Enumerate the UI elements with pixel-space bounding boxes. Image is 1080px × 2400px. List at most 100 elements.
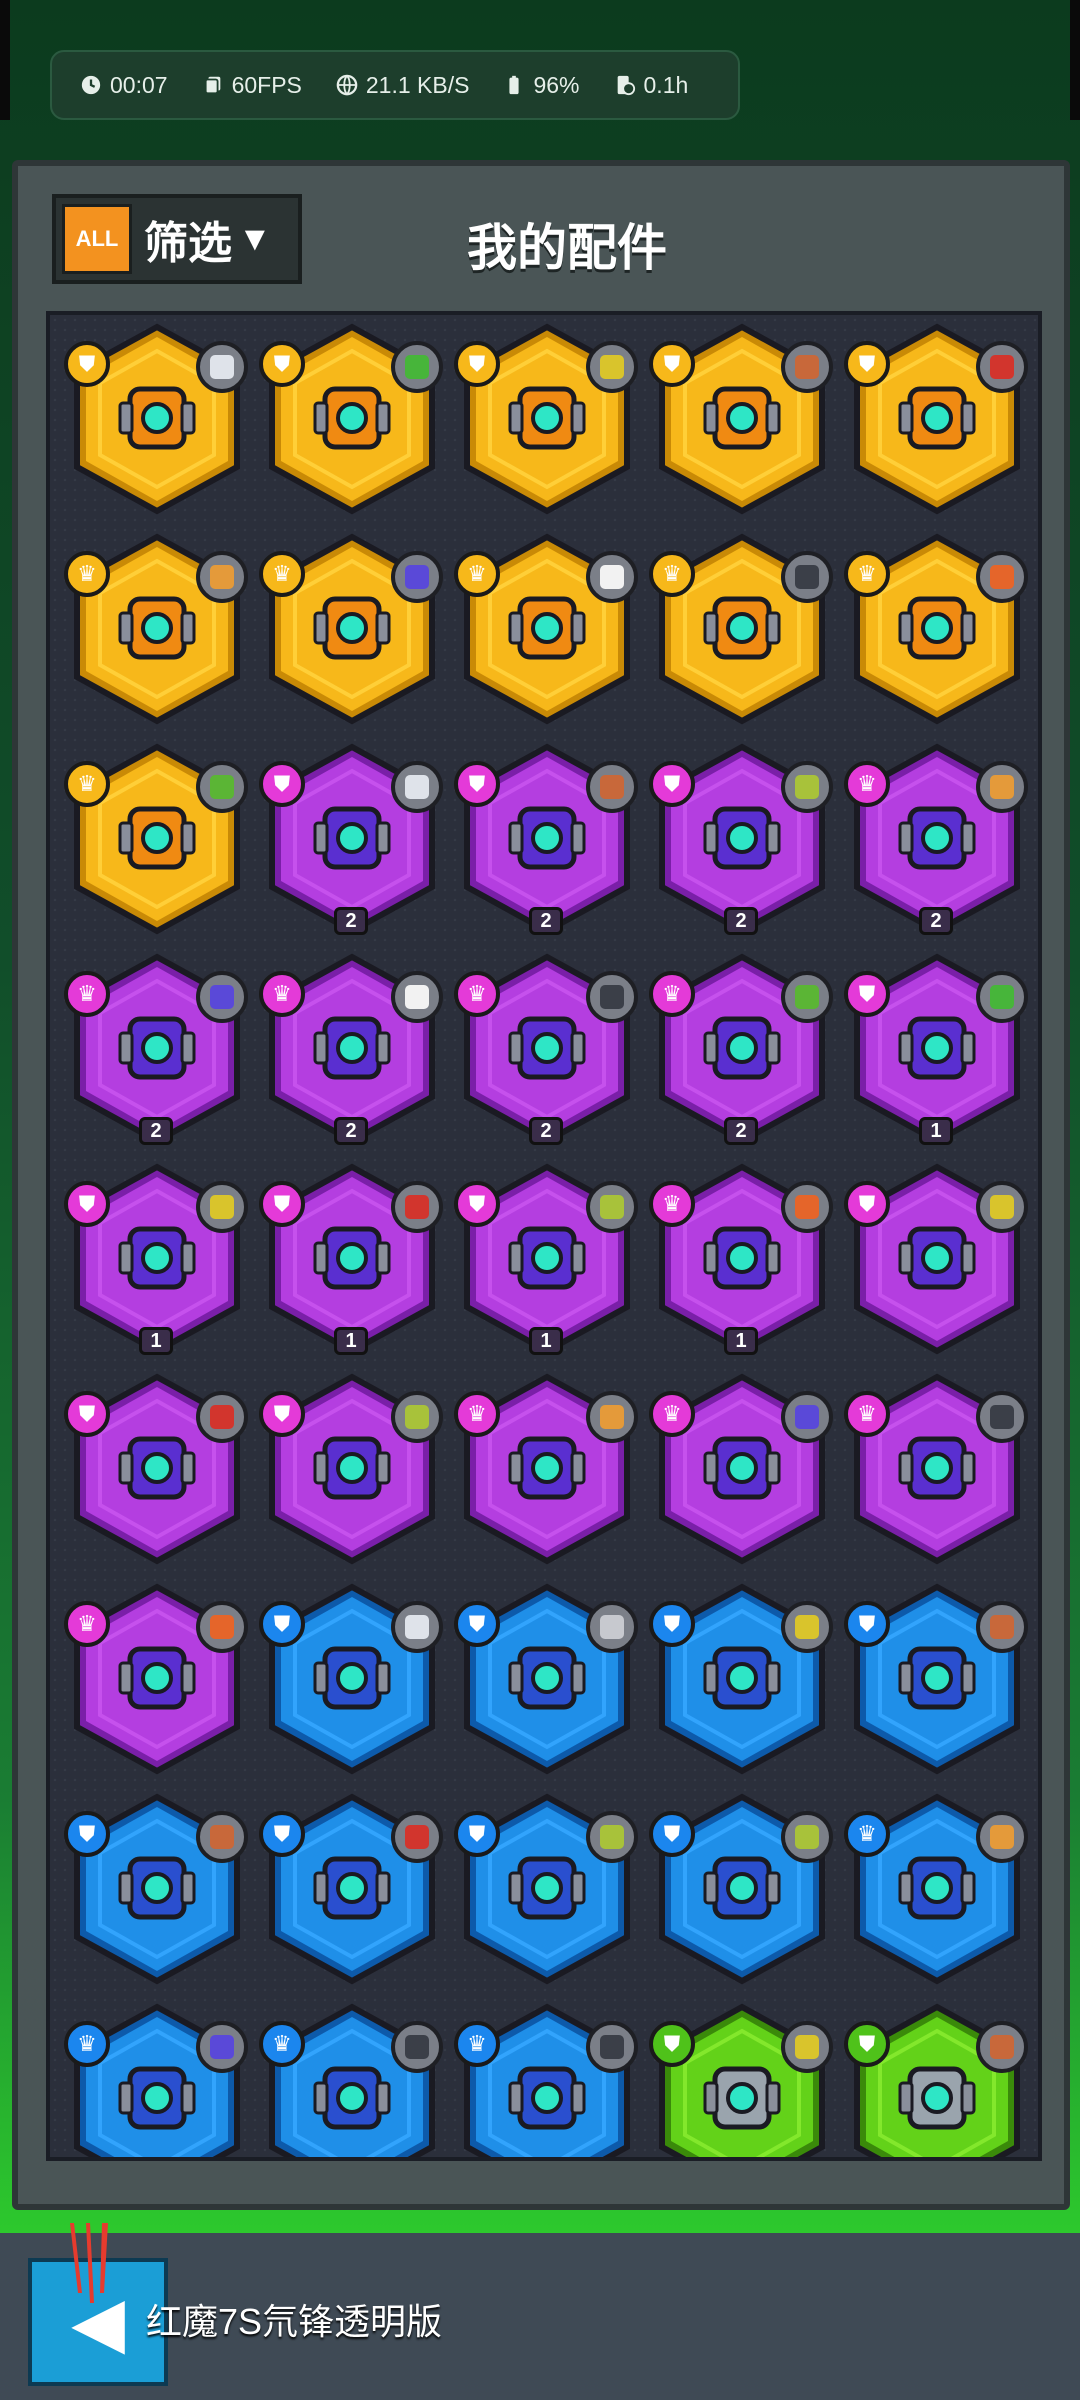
rarity-badge: ⛊ bbox=[259, 1181, 305, 1227]
accessory-card[interactable]: ⛊ bbox=[452, 1789, 642, 1989]
accessory-card[interactable]: ♛ 2 bbox=[452, 949, 642, 1149]
accessory-card[interactable]: ⛊ bbox=[842, 1159, 1032, 1359]
shield-icon: ⛊ bbox=[663, 2031, 681, 2056]
accessory-card[interactable]: ⛊ bbox=[257, 1789, 447, 1989]
accessory-card[interactable]: ♛ bbox=[452, 1999, 642, 2157]
accessory-icon bbox=[313, 1646, 391, 1710]
accessory-icon bbox=[118, 2066, 196, 2130]
accessory-icon bbox=[313, 2066, 391, 2130]
accessory-card[interactable]: ♛ 2 bbox=[842, 739, 1032, 939]
rarity-badge: ♛ bbox=[64, 761, 110, 807]
rarity-badge: ♛ bbox=[64, 551, 110, 597]
level-badge: 2 bbox=[529, 907, 563, 935]
accessory-card[interactable]: ♛ 2 bbox=[647, 949, 837, 1149]
spiky-ball-icon bbox=[600, 1825, 624, 1849]
brick-icon bbox=[990, 2035, 1014, 2059]
accessory-card[interactable]: ♛ bbox=[842, 1789, 1032, 1989]
rarity-badge: ⛊ bbox=[649, 1601, 695, 1647]
shield-icon: ⛊ bbox=[273, 351, 291, 376]
accessory-card[interactable]: ⛊ bbox=[842, 319, 1032, 519]
part-slot bbox=[196, 551, 248, 603]
accessory-card[interactable]: ⛊ bbox=[257, 319, 447, 519]
level-badge: 1 bbox=[139, 1327, 173, 1355]
globe-icon bbox=[336, 74, 358, 96]
accessory-icon bbox=[508, 1436, 586, 1500]
part-slot bbox=[196, 971, 248, 1023]
accessory-icon bbox=[508, 386, 586, 450]
accessory-card[interactable]: ♛ bbox=[62, 1579, 252, 1779]
accessory-card[interactable]: ♛ 1 bbox=[647, 1159, 837, 1359]
accessory-card[interactable]: ♛ bbox=[452, 1369, 642, 1569]
accessory-icon bbox=[508, 2066, 586, 2130]
rarity-badge: ⛊ bbox=[454, 341, 500, 387]
clock-icon bbox=[81, 75, 101, 95]
accessory-icon bbox=[118, 596, 196, 660]
accessory-card[interactable]: ♛ bbox=[257, 529, 447, 729]
rarity-badge: ♛ bbox=[649, 971, 695, 1017]
fps-value: 60FPS bbox=[231, 71, 302, 98]
accessory-card[interactable]: ♛ 2 bbox=[62, 949, 252, 1149]
part-slot bbox=[586, 341, 638, 393]
rarity-badge: ⛊ bbox=[259, 1391, 305, 1437]
accessory-card[interactable]: ⛊ bbox=[62, 319, 252, 519]
shield-icon: ⛊ bbox=[663, 1821, 681, 1846]
crown-icon: ♛ bbox=[77, 2031, 97, 2056]
rarity-badge: ⛊ bbox=[454, 1601, 500, 1647]
accessory-card[interactable]: ⛊ bbox=[647, 1789, 837, 1989]
red-arc-icon bbox=[210, 1405, 234, 1429]
shield-icon: ⛊ bbox=[468, 351, 486, 376]
accessory-card[interactable]: ⛊ 2 bbox=[452, 739, 642, 939]
part-slot bbox=[781, 1811, 833, 1863]
accessory-card[interactable]: ⛊ bbox=[842, 1579, 1032, 1779]
accessory-card[interactable]: ⛊ bbox=[62, 1789, 252, 1989]
accessory-card[interactable]: ⛊ bbox=[452, 1579, 642, 1779]
accessory-card[interactable]: ♛ bbox=[647, 1369, 837, 1569]
accessory-card[interactable]: ⛊ bbox=[257, 1369, 447, 1569]
accessory-card[interactable]: ⛊ bbox=[647, 319, 837, 519]
accessory-card[interactable]: ♛ bbox=[62, 529, 252, 729]
shield-icon: ⛊ bbox=[273, 771, 291, 796]
cone-icon bbox=[210, 985, 234, 1009]
accessory-card[interactable]: ⛊ 1 bbox=[452, 1159, 642, 1359]
accessory-icon bbox=[703, 1436, 781, 1500]
accessory-card[interactable]: ♛ bbox=[62, 1999, 252, 2157]
part-slot bbox=[391, 1391, 443, 1443]
accessory-card[interactable]: ♛ bbox=[647, 529, 837, 729]
accessory-card[interactable]: ⛊ 1 bbox=[62, 1159, 252, 1359]
rocket-icon bbox=[405, 1615, 429, 1639]
accessory-card[interactable]: ⛊ bbox=[257, 1579, 447, 1779]
accessory-card[interactable]: ⛊ 1 bbox=[842, 949, 1032, 1149]
accessory-card[interactable]: ⛊ bbox=[647, 1999, 837, 2157]
accessory-card[interactable]: ⛊ 2 bbox=[647, 739, 837, 939]
accessory-card[interactable]: ♛ bbox=[452, 529, 642, 729]
accessory-icon bbox=[118, 1436, 196, 1500]
rarity-badge: ♛ bbox=[844, 761, 890, 807]
soccer-ball-icon bbox=[405, 985, 429, 1009]
level-badge: 2 bbox=[529, 1117, 563, 1145]
accessory-card[interactable]: ⛊ bbox=[647, 1579, 837, 1779]
accessories-panel: ALL 筛选 ▼ 我的配件 ⛊ ⛊ ⛊ ⛊ ⛊ ♛ ♛ ♛ ♛ ♛ ♛ ⛊ 2 … bbox=[12, 160, 1070, 2210]
part-slot bbox=[586, 1601, 638, 1653]
rarity-badge: ⛊ bbox=[649, 761, 695, 807]
accessory-card[interactable]: ⛊ bbox=[62, 1369, 252, 1569]
brick-icon bbox=[990, 1615, 1014, 1639]
part-slot bbox=[976, 971, 1028, 1023]
accessory-card[interactable]: ♛ bbox=[842, 1369, 1032, 1569]
accessory-card[interactable]: ⛊ 1 bbox=[257, 1159, 447, 1359]
rarity-badge: ♛ bbox=[64, 2021, 110, 2067]
accessory-card[interactable]: ♛ bbox=[257, 1999, 447, 2157]
accessory-card[interactable]: ♛ bbox=[62, 739, 252, 939]
part-slot bbox=[196, 2021, 248, 2073]
accessory-card[interactable]: ⛊ bbox=[842, 1999, 1032, 2157]
orange-claw-icon bbox=[210, 1615, 234, 1639]
shell-icon bbox=[600, 1405, 624, 1429]
accessory-card[interactable]: ⛊ 2 bbox=[257, 739, 447, 939]
part-slot bbox=[196, 1391, 248, 1443]
accessory-card[interactable]: ♛ 2 bbox=[257, 949, 447, 1149]
green-ball-icon bbox=[405, 355, 429, 379]
part-slot bbox=[196, 761, 248, 813]
cannon-icon bbox=[600, 985, 624, 1009]
accessory-card[interactable]: ♛ bbox=[842, 529, 1032, 729]
accessory-icon bbox=[898, 596, 976, 660]
accessory-card[interactable]: ⛊ bbox=[452, 319, 642, 519]
